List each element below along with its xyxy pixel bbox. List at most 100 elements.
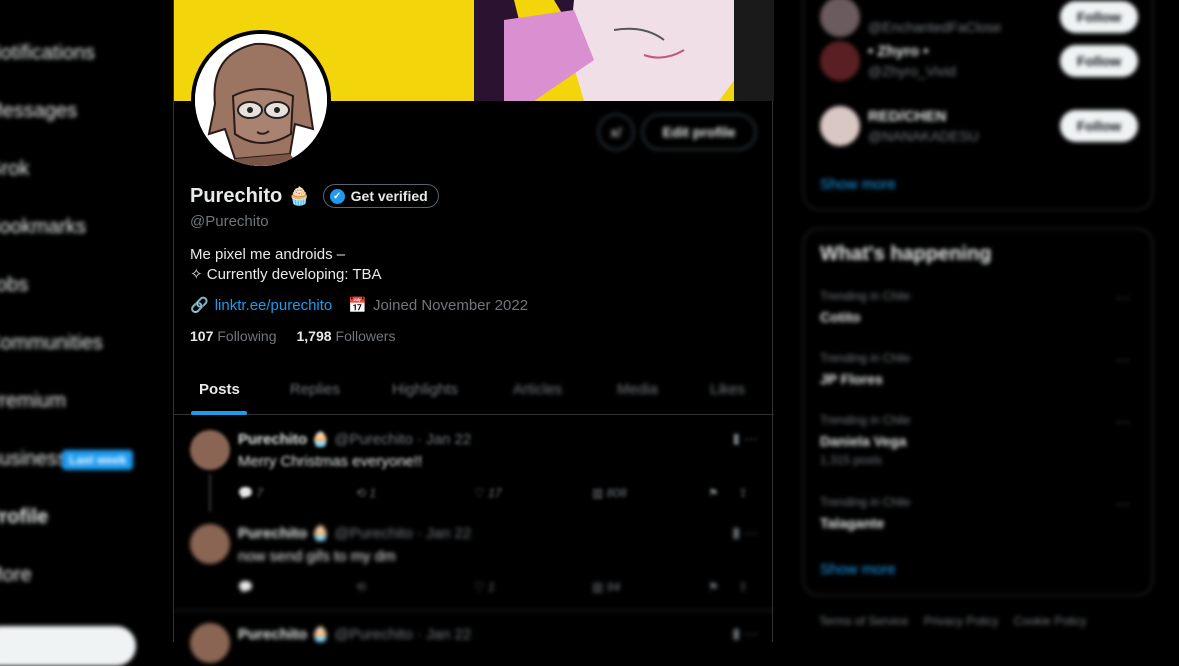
more-icon[interactable]: ··· <box>1116 289 1130 305</box>
more-icon[interactable]: ··· <box>1116 413 1130 429</box>
trend-category: Trending in Chile <box>820 495 911 509</box>
post-button[interactable] <box>0 626 136 666</box>
more-icon[interactable]: ··· <box>1116 495 1130 511</box>
post-author[interactable]: Purechito <box>238 431 307 448</box>
nav-item-notifications[interactable]: Notifications <box>0 42 95 65</box>
profile-link[interactable]: linktr.ee/purechito <box>215 297 333 314</box>
bio-line-2: ✧ Currently developing: TBA <box>190 266 382 283</box>
bookmark-icon[interactable]: ⚑ <box>708 580 719 594</box>
trend-name: Cotito <box>820 309 861 325</box>
who-to-follow-item[interactable]: • Zhyro • @Zhyro_Vivid Follow <box>820 37 1138 87</box>
suggested-user-avatar[interactable] <box>820 41 860 81</box>
post-avatar[interactable] <box>190 430 230 470</box>
more-icon[interactable]: ··· <box>1116 351 1130 367</box>
who-to-follow-item[interactable]: RED/CHEN @NANAKADESU Follow <box>820 102 1138 152</box>
tab-media[interactable]: Media <box>617 381 658 398</box>
footer-cookie-link[interactable]: Cookie Policy <box>1014 614 1087 628</box>
nav-item-premium[interactable]: Premium <box>0 390 66 413</box>
nav-item-more[interactable]: More <box>0 564 32 587</box>
post-header: Purechito 🧁 @Purechito · Jan 22 <box>238 430 471 448</box>
suggested-user-avatar[interactable] <box>820 0 860 37</box>
trend-item[interactable]: Trending in Chile Daniela Vega 1,315 pos… <box>820 413 1138 467</box>
post-more-icon[interactable]: ▮ ··· <box>732 625 758 642</box>
main-column: x/ Edit profile Purechito 🧁 ✓ Get verifi… <box>173 0 774 663</box>
views-icon[interactable]: ▥ 94 <box>592 580 620 594</box>
get-verified-label: Get verified <box>350 188 428 204</box>
whats-happening-box: What's happening Trending in Chile Cotit… <box>803 228 1153 596</box>
nav-item-grok[interactable]: Grok <box>0 158 29 181</box>
views-count: 94 <box>606 580 621 594</box>
get-verified-button[interactable]: ✓ Get verified <box>322 184 439 208</box>
post-item[interactable]: Purechito 🧁 @Purechito · Jan 22 ▮ ··· <box>174 610 774 663</box>
calendar-icon: 📅 <box>348 297 367 314</box>
tab-replies[interactable]: Replies <box>290 381 340 398</box>
profile-avatar[interactable] <box>191 30 331 170</box>
profile-meta: 🔗 linktr.ee/purechito 📅 Joined November … <box>190 296 528 315</box>
follow-button[interactable]: Follow <box>1060 110 1138 142</box>
nav-item-profile[interactable]: Profile <box>0 506 48 529</box>
post-author[interactable]: Purechito <box>238 626 307 643</box>
footer-privacy-link[interactable]: Privacy Policy <box>924 614 999 628</box>
follow-button[interactable]: Follow <box>1060 45 1138 77</box>
link-icon: 🔗 <box>190 297 209 314</box>
trend-name: Talagante <box>820 515 885 531</box>
suggested-user-handle: @Zhyro_Vivid <box>868 63 956 79</box>
following-link[interactable]: 107 Following <box>190 328 277 344</box>
trend-name: Daniela Vega <box>820 433 907 449</box>
edit-profile-button[interactable]: Edit profile <box>642 114 756 150</box>
share-icon[interactable]: ⇧ <box>738 580 748 594</box>
thread-line <box>209 474 211 512</box>
nav-item-business[interactable]: Business <box>0 448 67 471</box>
suggested-user-name[interactable]: • Zhyro • <box>868 43 929 60</box>
followers-count: 1,798 <box>296 328 332 344</box>
nav-item-bookmarks[interactable]: Bookmarks <box>0 216 86 239</box>
who-to-follow-show-more[interactable]: Show more <box>820 176 896 193</box>
nav-item-jobs[interactable]: Jobs <box>0 274 28 297</box>
views-icon[interactable]: ▥ 808 <box>592 486 627 500</box>
left-navigation: Notifications Messages Grok Bookmarks Jo… <box>0 0 172 666</box>
nav-badge: Last week <box>62 450 134 470</box>
tab-highlights[interactable]: Highlights <box>392 381 458 398</box>
suggested-user-avatar[interactable] <box>820 106 860 146</box>
nav-item-messages[interactable]: Messages <box>0 100 77 123</box>
share-icon[interactable]: ⇧ <box>738 486 748 500</box>
following-count: 107 <box>190 328 214 344</box>
post-avatar[interactable] <box>190 623 230 663</box>
whats-happening-show-more[interactable]: Show more <box>820 561 896 578</box>
post-header: Purechito 🧁 @Purechito · Jan 22 <box>238 524 471 542</box>
followers-link[interactable]: 1,798 Followers <box>297 328 396 344</box>
reply-icon[interactable]: 💬 7 <box>238 486 263 500</box>
bookmark-icon[interactable]: ⚑ <box>708 486 719 500</box>
like-icon[interactable]: ♡ 1 <box>474 580 495 594</box>
grok-profile-button[interactable]: x/ <box>598 114 634 150</box>
post-author-emoji: 🧁 <box>311 626 331 643</box>
post-more-icon[interactable]: ▮ ··· <box>732 524 758 541</box>
post-item[interactable]: Purechito 🧁 @Purechito · Jan 22 ▮ ··· no… <box>174 512 774 608</box>
reply-icon[interactable]: 💬 <box>238 580 253 594</box>
suggested-user-name[interactable]: RED/CHEN <box>868 108 946 125</box>
profile-bio: Me pixel me androids – ✧ Currently devel… <box>190 245 382 285</box>
trend-item[interactable]: Trending in Chile Cotito ··· <box>820 289 1138 325</box>
avatar-illustration <box>195 34 327 166</box>
tab-likes[interactable]: Likes <box>710 381 745 398</box>
trend-name: JP Flores <box>820 371 883 387</box>
post-more-icon[interactable]: ▮ ··· <box>732 430 758 447</box>
post-avatar[interactable] <box>190 524 230 564</box>
post-item[interactable]: Purechito 🧁 @Purechito · Jan 22 ▮ ··· Me… <box>174 416 774 512</box>
footer-terms-link[interactable]: Terms of Service <box>819 614 908 628</box>
post-author[interactable]: Purechito <box>238 525 307 542</box>
trend-item[interactable]: Trending in Chile JP Flores ··· <box>820 351 1138 387</box>
trend-item[interactable]: Trending in Chile Talagante ··· <box>820 495 1138 531</box>
trend-category: Trending in Chile <box>820 289 911 303</box>
trend-post-count: 1,315 posts <box>820 453 883 467</box>
profile-name-row: Purechito 🧁 ✓ Get verified <box>190 184 439 208</box>
post-meta: @Purechito · Jan 22 <box>334 525 472 542</box>
repost-icon[interactable]: ⟲ 1 <box>356 486 376 500</box>
follow-button[interactable]: Follow <box>1060 1 1138 33</box>
repost-icon[interactable]: ⟲ <box>356 580 366 594</box>
like-icon[interactable]: ♡ 17 <box>474 486 501 500</box>
tab-posts[interactable]: Posts <box>199 381 240 398</box>
tab-articles[interactable]: Articles <box>513 381 562 398</box>
like-count: 1 <box>488 580 495 594</box>
nav-item-communities[interactable]: Communities <box>0 332 103 355</box>
